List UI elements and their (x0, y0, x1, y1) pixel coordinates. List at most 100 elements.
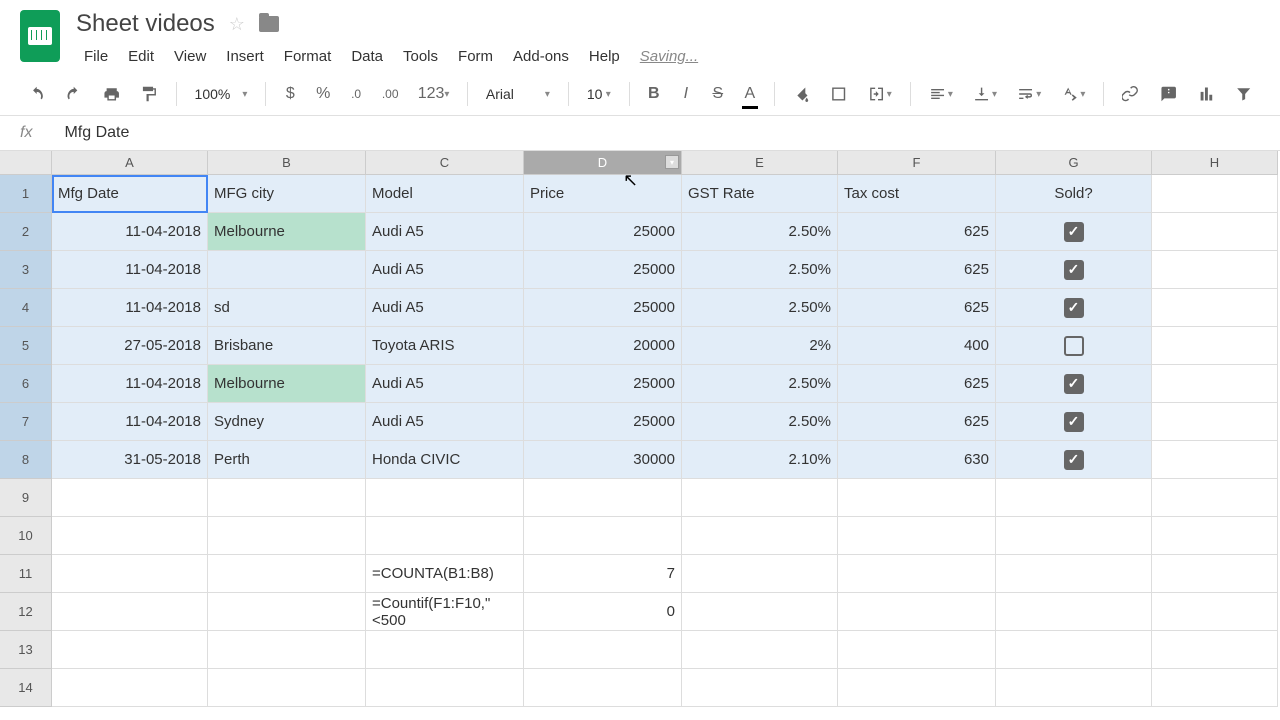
cell[interactable] (1152, 517, 1278, 555)
cell[interactable] (52, 669, 208, 707)
checkbox[interactable] (1064, 374, 1084, 394)
cell[interactable]: 31-05-2018 (52, 441, 208, 479)
cell[interactable] (996, 213, 1152, 251)
cell[interactable]: 27-05-2018 (52, 327, 208, 365)
cell[interactable] (208, 593, 366, 631)
row-header[interactable]: 11 (0, 555, 52, 593)
cell[interactable]: 25000 (524, 289, 682, 327)
cell[interactable]: MFG city (208, 175, 366, 213)
cell[interactable] (838, 479, 996, 517)
cell[interactable] (838, 631, 996, 669)
currency-button[interactable]: $ (276, 79, 304, 109)
cell[interactable]: 0 (524, 593, 682, 631)
bold-button[interactable]: B (640, 79, 668, 109)
cell[interactable] (996, 631, 1152, 669)
cell[interactable]: 2.10% (682, 441, 838, 479)
cell[interactable]: 2.50% (682, 213, 838, 251)
cell[interactable] (524, 517, 682, 555)
cell[interactable]: Audi A5 (366, 251, 524, 289)
cell[interactable] (838, 517, 996, 555)
cell[interactable]: Audi A5 (366, 289, 524, 327)
column-header-d[interactable]: D▾ (524, 151, 682, 175)
cell[interactable] (682, 517, 838, 555)
cell[interactable]: 11-04-2018 (52, 403, 208, 441)
column-header-h[interactable]: H (1152, 151, 1278, 175)
cell[interactable] (1152, 403, 1278, 441)
row-header[interactable]: 7 (0, 403, 52, 441)
cell[interactable]: Audi A5 (366, 403, 524, 441)
cell[interactable]: Model (366, 175, 524, 213)
cell[interactable]: Price (524, 175, 682, 213)
cell[interactable] (524, 631, 682, 669)
cell[interactable]: 25000 (524, 251, 682, 289)
cell[interactable] (996, 517, 1152, 555)
cell[interactable] (366, 479, 524, 517)
cell[interactable] (682, 593, 838, 631)
cell[interactable]: 625 (838, 365, 996, 403)
cell[interactable]: Audi A5 (366, 365, 524, 403)
insert-comment-button[interactable] (1152, 79, 1185, 109)
cell[interactable]: 11-04-2018 (52, 289, 208, 327)
cell[interactable]: 30000 (524, 441, 682, 479)
cell[interactable] (52, 479, 208, 517)
checkbox[interactable] (1064, 412, 1084, 432)
print-button[interactable] (95, 79, 128, 109)
row-header[interactable]: 8 (0, 441, 52, 479)
cell[interactable] (838, 555, 996, 593)
star-icon[interactable]: ☆ (229, 14, 245, 35)
cell[interactable]: Melbourne (208, 213, 366, 251)
row-header[interactable]: 1 (0, 175, 52, 213)
vertical-align-button[interactable]: ▾ (965, 79, 1005, 109)
menu-form[interactable]: Form (450, 44, 501, 69)
cell[interactable] (996, 289, 1152, 327)
menu-help[interactable]: Help (581, 44, 628, 69)
cell[interactable] (838, 593, 996, 631)
cell[interactable]: =Countif(F1:F10,"<500 (366, 593, 524, 631)
cell[interactable] (996, 403, 1152, 441)
cell[interactable] (682, 555, 838, 593)
row-header[interactable]: 6 (0, 365, 52, 403)
checkbox[interactable] (1064, 298, 1084, 318)
cell[interactable]: Toyota ARIS (366, 327, 524, 365)
text-wrap-button[interactable]: ▾ (1009, 79, 1049, 109)
menu-edit[interactable]: Edit (120, 44, 162, 69)
cell[interactable] (52, 555, 208, 593)
cell[interactable]: Honda CIVIC (366, 441, 524, 479)
cell[interactable] (838, 669, 996, 707)
redo-button[interactable] (57, 79, 90, 109)
cell[interactable]: 630 (838, 441, 996, 479)
cell[interactable]: 2% (682, 327, 838, 365)
cell[interactable]: sd (208, 289, 366, 327)
menu-format[interactable]: Format (276, 44, 340, 69)
cell[interactable] (996, 365, 1152, 403)
checkbox[interactable] (1064, 336, 1084, 356)
select-all-corner[interactable] (0, 151, 52, 175)
undo-button[interactable] (20, 79, 53, 109)
menu-addons[interactable]: Add-ons (505, 44, 577, 69)
text-color-button[interactable]: A (736, 79, 764, 109)
borders-button[interactable] (822, 79, 855, 109)
decrease-decimal-button[interactable]: .0 (342, 81, 370, 107)
cell[interactable] (1152, 365, 1278, 403)
fill-color-button[interactable] (785, 79, 818, 109)
cell[interactable]: 25000 (524, 403, 682, 441)
cell[interactable]: 11-04-2018 (52, 251, 208, 289)
cell[interactable] (366, 631, 524, 669)
row-header[interactable]: 12 (0, 593, 52, 631)
row-header[interactable]: 9 (0, 479, 52, 517)
checkbox[interactable] (1064, 450, 1084, 470)
cell[interactable] (524, 669, 682, 707)
cell[interactable] (208, 517, 366, 555)
cell[interactable] (1152, 213, 1278, 251)
row-header[interactable]: 5 (0, 327, 52, 365)
text-rotation-button[interactable]: ▾ (1053, 79, 1093, 109)
cell[interactable]: 11-04-2018 (52, 213, 208, 251)
cell[interactable] (524, 479, 682, 517)
cell[interactable]: 2.50% (682, 289, 838, 327)
checkbox[interactable] (1064, 260, 1084, 280)
cell[interactable] (1152, 669, 1278, 707)
cell[interactable] (996, 479, 1152, 517)
merge-cells-button[interactable]: ▾ (860, 79, 900, 109)
cell[interactable] (1152, 251, 1278, 289)
menu-insert[interactable]: Insert (218, 44, 272, 69)
